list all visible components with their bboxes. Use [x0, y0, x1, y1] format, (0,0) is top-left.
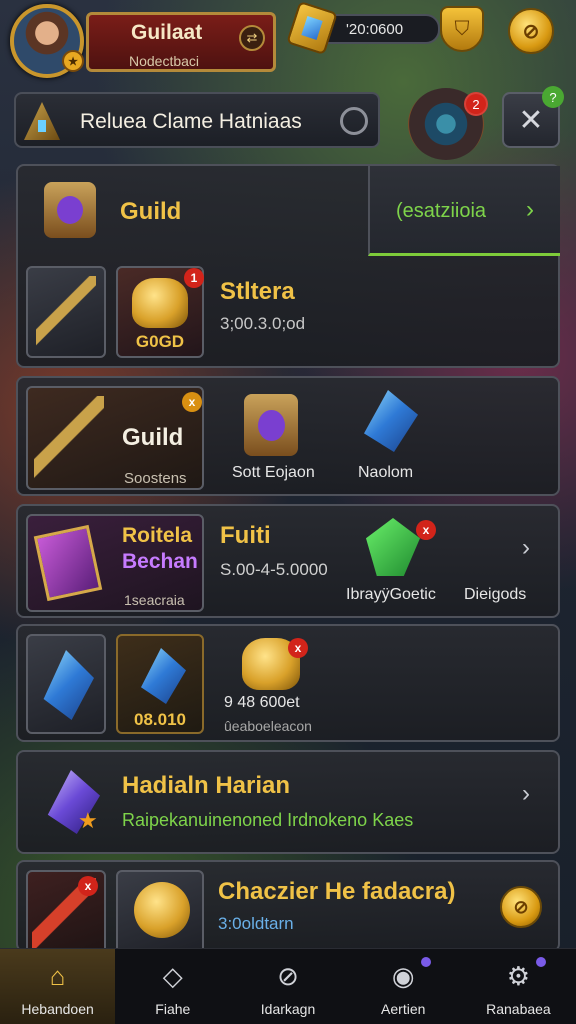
item1-label: IbrayÿGoetic: [346, 586, 436, 603]
search-diamond-icon: ◇: [162, 961, 183, 991]
nav-item-settings[interactable]: ⚙ Ranabaea: [461, 949, 576, 1024]
chaczier-sub: 3:0oldtarn: [218, 914, 294, 933]
star-icon: ★: [78, 808, 98, 833]
notification-dot: [420, 957, 431, 967]
item2-label: Naolom: [358, 464, 414, 481]
guild-tile-title: Guild: [122, 424, 184, 451]
chevron-right-icon: ›: [526, 196, 534, 223]
guild-items-panel: Guild Soostens x Sott Eojaon Naolom: [16, 376, 560, 496]
fuiti-panel: Roitela Bechan 1seacraia Fuiti S.00-4-5.…: [16, 504, 560, 618]
emerald-amulet-icon[interactable]: [366, 518, 420, 576]
close-button[interactable]: ✕ ?: [502, 86, 564, 148]
notification-badge: 1: [184, 268, 204, 288]
helmet-value: 9 48 600et: [224, 694, 300, 711]
nav-item-home[interactable]: ⌂ Hebandoen: [0, 949, 116, 1024]
player-name: Guilaat: [131, 21, 203, 44]
guild-action-label: (esatziioia: [396, 200, 487, 222]
item1-label: Sott Eojaon: [232, 464, 315, 481]
hadialn-title: Hadialn Harian: [122, 772, 291, 799]
guild-lantern-icon: [44, 182, 96, 238]
gear-icon: ⚙: [506, 961, 531, 991]
timer-icon[interactable]: [340, 107, 368, 135]
compass-icon: ⊘: [277, 961, 299, 991]
nav-label: Idarkagn: [260, 1001, 316, 1017]
chaczier-panel: x Chaczier He fadacra) 3:0oldtarn ⊘: [16, 860, 560, 954]
chaczier-title: Chaczier He fadacra): [218, 878, 456, 905]
helmet-tile[interactable]: G0GD 1: [116, 266, 204, 358]
shield-icon[interactable]: ⛉: [440, 6, 484, 52]
swap-icon[interactable]: ⇄: [239, 25, 265, 51]
help-badge: ?: [542, 86, 564, 108]
level-badge: ★: [62, 50, 84, 72]
crystal-pyramid-icon: [24, 102, 60, 140]
guild-panel: Guild (esatziioia › G0GD 1 Stltera 3;00.…: [16, 164, 560, 368]
guild-title: Guild: [120, 198, 182, 225]
crystal-helm-icon[interactable]: [364, 390, 418, 452]
helmet-sub: ûeaboeleacon: [224, 718, 312, 734]
player-name-plate[interactable]: Guilaat Nodectbaci ⇄: [86, 12, 276, 72]
nav-item-search[interactable]: ◇ Fiahe: [115, 949, 230, 1024]
gem-value: '20:0600: [346, 21, 404, 38]
torch-badge: x: [78, 876, 98, 896]
nav-label: Hebandoen: [21, 1001, 94, 1017]
crystal-tile-label: 08.010: [134, 710, 186, 729]
item-value: 3;00.3.0;od: [220, 314, 306, 333]
gem-currency-bar[interactable]: '20:0600: [286, 0, 440, 56]
top-bar: ★ Guilaat Nodectbaci ⇄ '20:0600 ⛉ ⊘: [0, 0, 576, 80]
guild-staff-tile[interactable]: Guild Soostens x: [26, 386, 204, 490]
crystal-panel: 08.010 x 9 48 600et ûeaboeleacon: [16, 624, 560, 742]
spellbook-tile[interactable]: Roitela Bechan 1seacraia: [26, 514, 204, 612]
amulet-badge: x: [416, 520, 436, 540]
nav-item-compass[interactable]: ⊘ Idarkagn: [230, 949, 345, 1024]
staff-icon: [34, 396, 104, 482]
nav-label: Aertien: [381, 1001, 426, 1017]
golden-coin-icon: [134, 882, 190, 938]
search-bar[interactable]: Reluea Clame Hatniaas: [14, 92, 380, 148]
coin-tile[interactable]: [116, 870, 204, 954]
item2-label: Dieigods: [464, 586, 527, 603]
notification-dot: [536, 957, 547, 967]
fuiti-title: Fuiti: [220, 522, 271, 549]
nav-item-camera[interactable]: ◉ Aertien: [346, 949, 461, 1024]
search-text: Reluea Clame Hatniaas: [80, 110, 302, 133]
camera-icon: ◉: [391, 961, 415, 991]
sword-tile[interactable]: [26, 266, 106, 358]
nav-label: Fiahe: [155, 1001, 191, 1017]
guild-tile-sub: Soostens: [124, 470, 187, 487]
hadialn-sub: Raipekanuinenoned Irdnokeno Kaes: [122, 810, 414, 830]
bottom-nav: ⌂ Hebandoen ◇ Fiahe ⊘ Idarkagn ◉ Aertien…: [0, 948, 576, 1024]
sword-icon: [36, 276, 96, 348]
guild-action-button[interactable]: (esatziioia ›: [368, 166, 560, 256]
player-subtitle: Nodectbaci: [129, 53, 200, 69]
helmet-badge: x: [288, 638, 308, 658]
tile-title-2: Bechan: [122, 550, 198, 573]
home-icon: ⌂: [49, 961, 66, 991]
coin-action-icon[interactable]: ⊘: [500, 886, 542, 928]
golden-helmet-icon: [132, 278, 188, 328]
player-avatar[interactable]: ★: [10, 4, 84, 78]
chevron-right-icon: ›: [522, 780, 530, 807]
coin-icon[interactable]: ⊘: [508, 8, 554, 54]
hadialn-panel[interactable]: ★ Hadialn Harian Raipekanuinenoned Irdno…: [16, 750, 560, 854]
nav-label: Ranabaea: [486, 1001, 551, 1017]
helmet-tile-label: G0GD: [135, 332, 185, 351]
tile-title-1: Roitela: [122, 524, 193, 547]
crystal-tile[interactable]: 08.010: [116, 634, 204, 734]
fuiti-value: S.00-4-5.0000: [220, 560, 328, 579]
torch-tile[interactable]: x: [26, 870, 106, 954]
drum-icon[interactable]: [244, 394, 298, 456]
portal-badge: 2: [464, 92, 488, 116]
item-title: Stltera: [220, 278, 295, 305]
tile-sub: 1seacraia: [124, 592, 185, 608]
crystal-icon: [141, 648, 186, 704]
badge: x: [182, 392, 202, 412]
chevron-right-icon[interactable]: ›: [522, 534, 530, 562]
gem-shard-icon: [43, 650, 94, 720]
spellbook-icon: [33, 524, 103, 602]
portal-icon[interactable]: 2: [408, 88, 488, 160]
gem-tile[interactable]: [26, 634, 106, 734]
gem-icon: [286, 0, 338, 56]
